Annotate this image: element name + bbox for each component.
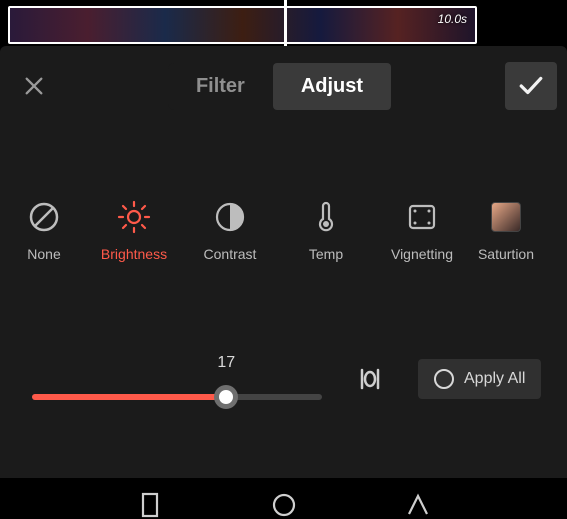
- tab-adjust[interactable]: Adjust: [273, 63, 391, 110]
- keyframe-button[interactable]: [350, 361, 390, 397]
- nav-item-2[interactable]: [267, 492, 301, 518]
- keyframe-icon: [353, 366, 387, 392]
- tool-label: Vignetting: [391, 246, 453, 262]
- video-clip[interactable]: [8, 6, 477, 44]
- bottom-nav: [0, 478, 567, 519]
- tool-label: Brightness: [101, 246, 167, 262]
- tool-temp[interactable]: Temp: [278, 200, 374, 262]
- tool-vignetting[interactable]: Vignetting: [374, 200, 470, 262]
- brightness-icon: [117, 200, 151, 234]
- tool-none[interactable]: None: [2, 200, 86, 262]
- tool-label: None: [27, 246, 60, 262]
- ban-icon: [27, 200, 61, 234]
- tab-group: Filter Adjust: [168, 63, 391, 110]
- playhead[interactable]: [284, 0, 287, 46]
- close-button[interactable]: [14, 66, 54, 106]
- slider-thumb[interactable]: [214, 385, 238, 409]
- vignette-icon: [405, 200, 439, 234]
- apply-all-label: Apply All: [464, 370, 525, 388]
- tool-label: Contrast: [204, 246, 257, 262]
- slider-fill: [32, 394, 226, 400]
- tab-filter[interactable]: Filter: [168, 63, 273, 110]
- adjust-panel: Filter Adjust None Brightness Contrast: [0, 46, 567, 478]
- slider-value-label: 17: [217, 354, 235, 372]
- nav-item-3[interactable]: [401, 492, 435, 518]
- temp-icon: [309, 200, 343, 234]
- tool-brightness[interactable]: Brightness: [86, 200, 182, 262]
- slider-track[interactable]: [32, 394, 322, 400]
- tool-label: Temp: [309, 246, 343, 262]
- tool-contrast[interactable]: Contrast: [182, 200, 278, 262]
- slider-row: 17 Apply All: [0, 354, 567, 404]
- value-slider[interactable]: 17: [32, 354, 322, 404]
- circle-icon: [434, 369, 454, 389]
- tool-saturation[interactable]: Saturtion: [470, 200, 542, 262]
- adjust-tool-strip[interactable]: None Brightness Contrast Temp Vignetting: [0, 112, 567, 262]
- contrast-icon: [213, 200, 247, 234]
- clip-duration: 10.0s: [438, 12, 467, 26]
- confirm-button[interactable]: [505, 62, 557, 110]
- close-icon: [23, 75, 45, 97]
- panel-topbar: Filter Adjust: [0, 60, 567, 112]
- check-icon: [518, 75, 544, 97]
- timeline[interactable]: 10.0s: [0, 0, 567, 46]
- tool-label: Saturtion: [478, 246, 534, 262]
- saturation-icon: [489, 200, 523, 234]
- apply-all-button[interactable]: Apply All: [418, 359, 541, 399]
- nav-item-1[interactable]: [133, 492, 167, 518]
